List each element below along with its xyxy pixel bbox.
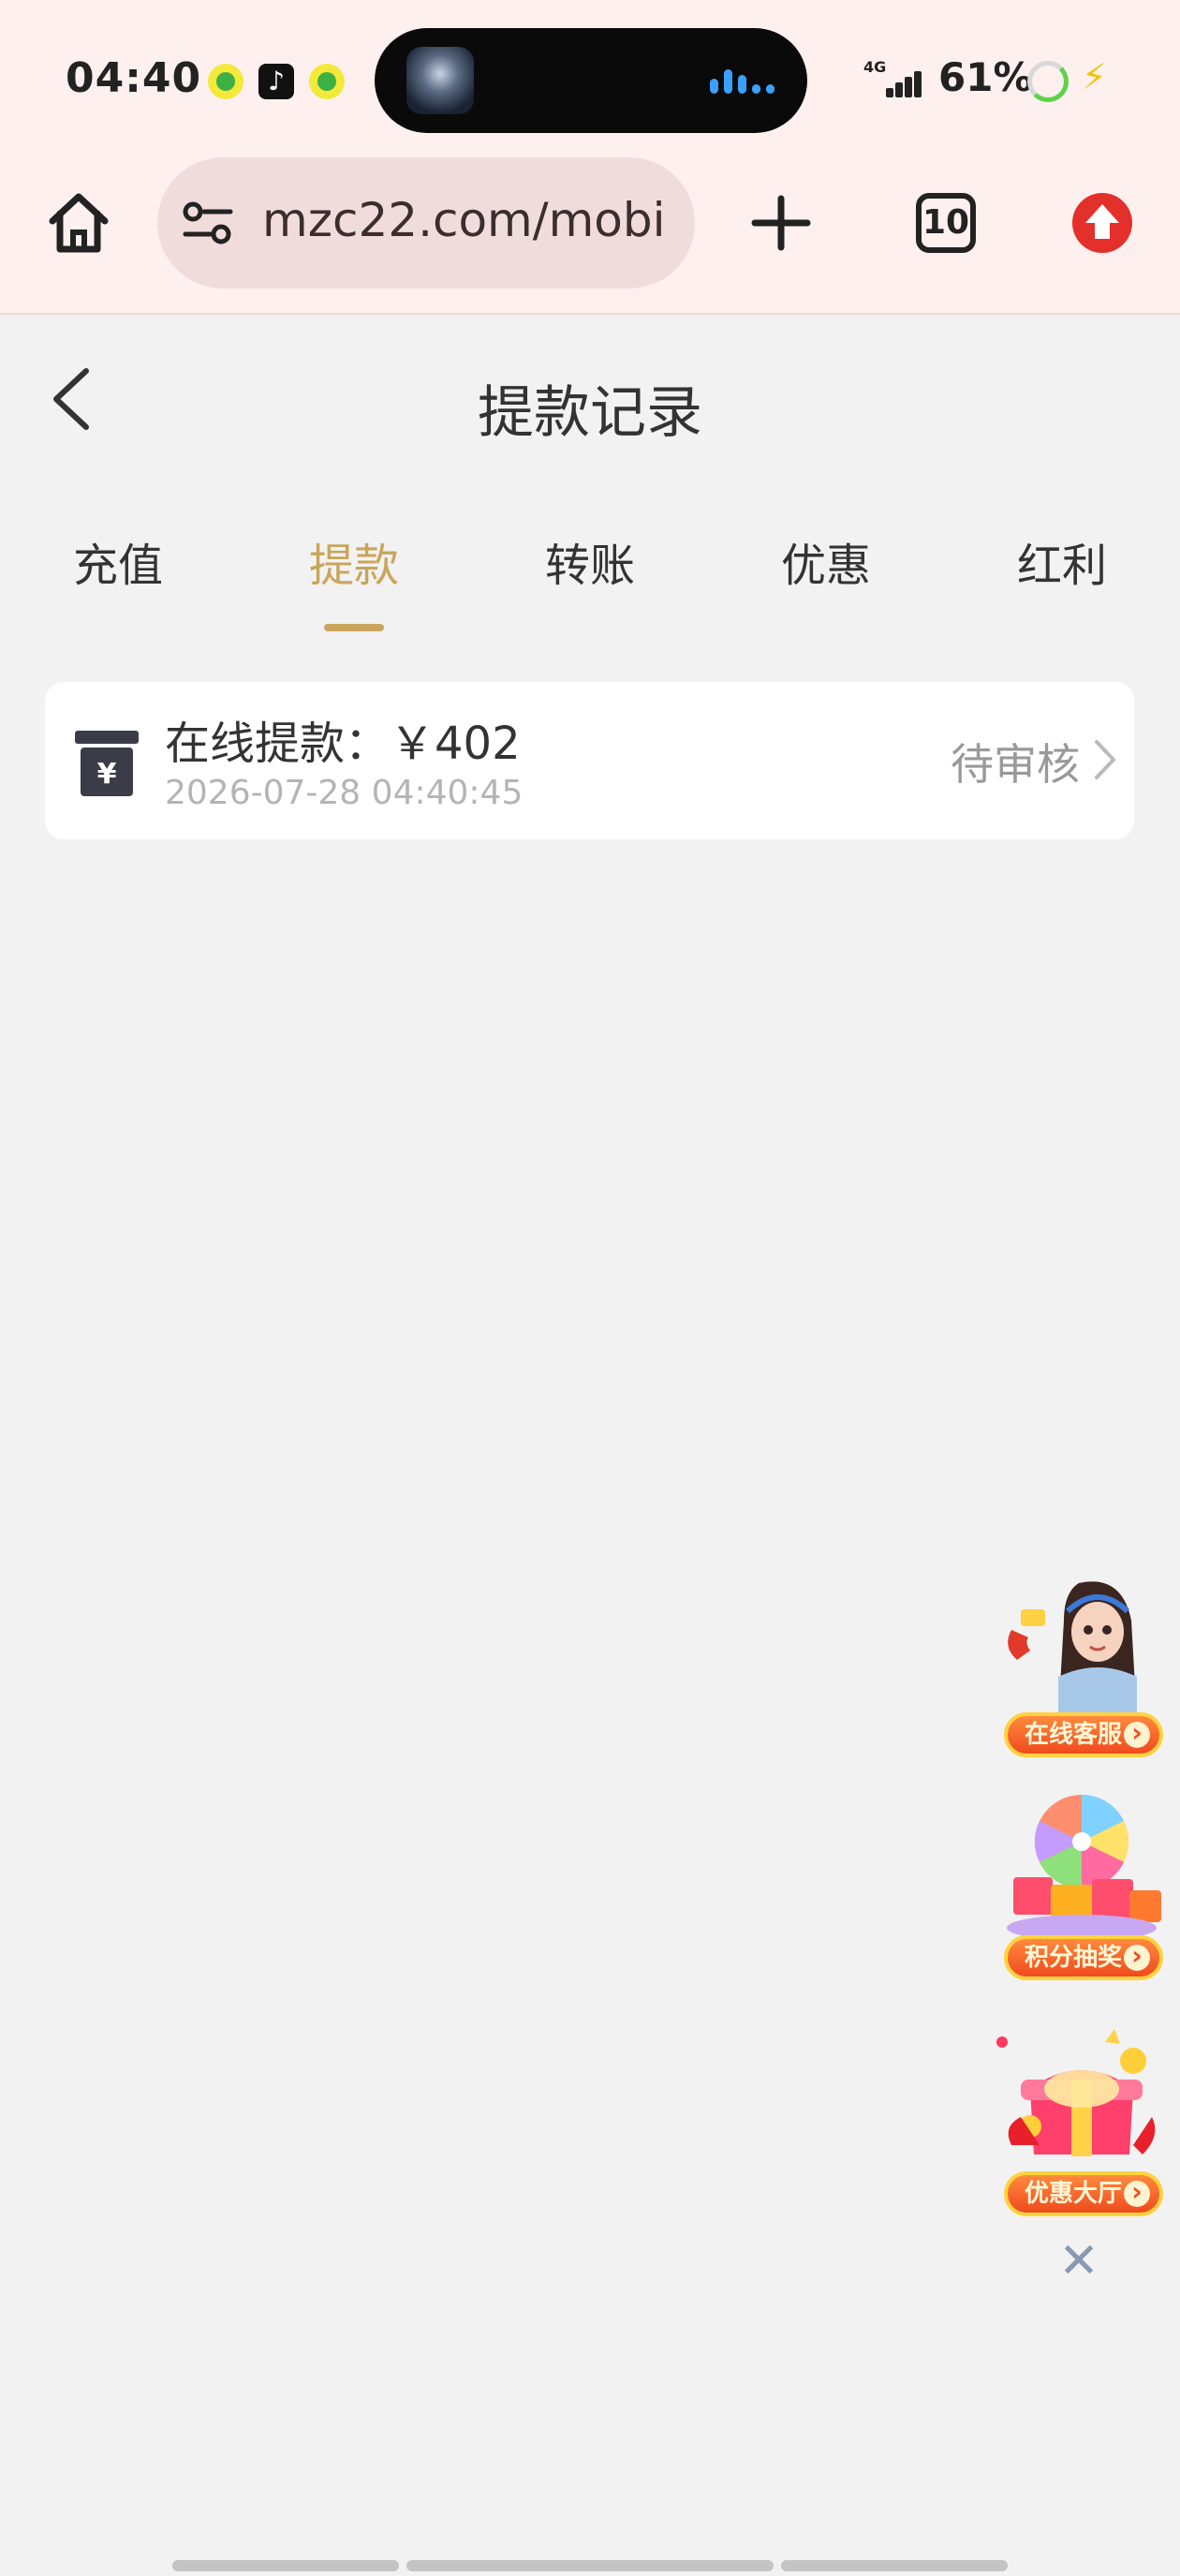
browser-toolbar: mzc22.com/mobi 10: [0, 157, 1180, 315]
home-icon: [49, 193, 109, 253]
gesture-bar-segment: [781, 2560, 1008, 2571]
active-tab-indicator: [324, 624, 384, 631]
prize-wheel-icon: [1007, 1794, 1161, 1941]
customer-service-agent-icon: [1008, 1581, 1137, 1714]
url-text[interactable]: mzc22.com/mobi: [262, 193, 666, 247]
tab-withdrawal[interactable]: 提款: [260, 528, 448, 594]
close-icon[interactable]: ✕: [1056, 2237, 1101, 2286]
status-bar: 04:40 4G 61% ⚡: [0, 0, 1180, 157]
new-tab-button[interactable]: [749, 185, 813, 260]
gesture-bar-segment: [172, 2560, 399, 2571]
chevron-right-icon: [1091, 738, 1119, 781]
gift-box-icon: [996, 2029, 1156, 2156]
tab-deposit[interactable]: 充值: [24, 528, 212, 594]
charging-bolt-icon: ⚡: [1082, 56, 1107, 97]
battery-percentage: 61%: [938, 54, 1033, 100]
battery-ring-icon: [1027, 61, 1069, 102]
plus-icon: [751, 195, 811, 251]
status-badge: 待审核: [951, 739, 1080, 790]
record-type-tabs: 充值 提款 转账 优惠 红利: [0, 506, 1180, 637]
dynamic-island-media[interactable]: [375, 28, 807, 133]
lucky-draw-widget[interactable]: 积分抽奖: [993, 1787, 1171, 1984]
svg-text:¥: ¥: [97, 758, 117, 791]
list-item[interactable]: ¥ 在线提款：￥402 2026-07-28 04:40:45 待审核: [45, 682, 1134, 839]
network-type-label: 4G: [863, 58, 887, 76]
tab-switcher-button[interactable]: 10: [916, 193, 976, 253]
home-button[interactable]: [41, 185, 116, 260]
audio-wave-icon: [710, 67, 775, 94]
tab-promotion[interactable]: 优惠: [732, 528, 920, 594]
customer-service-widget[interactable]: 在线客服: [993, 1574, 1171, 1761]
address-bar[interactable]: mzc22.com/mobi: [157, 157, 695, 289]
record-timestamp: 2026-07-28 04:40:45: [165, 774, 524, 812]
media-artwork-thumbnail: [406, 47, 474, 114]
gesture-bar-segment: [406, 2560, 774, 2571]
page-header: 提款记录: [0, 315, 1180, 483]
music-app-notification-icon: [208, 64, 243, 99]
tiktok-notification-icon: [258, 64, 294, 99]
tab-bonus[interactable]: 红利: [968, 528, 1156, 594]
page-title: 提款记录: [478, 380, 702, 446]
promotions-hall-widget[interactable]: 优惠大厅: [993, 2023, 1171, 2220]
tab-transfer[interactable]: 转账: [496, 528, 684, 594]
lucky-draw-label: 积分抽奖: [1004, 1935, 1163, 1980]
customer-service-label: 在线客服: [1004, 1712, 1163, 1757]
browser-update-icon[interactable]: [1072, 193, 1132, 253]
cellular-signal-icon: 4G: [863, 58, 925, 99]
promotions-hall-label: 优惠大厅: [1004, 2171, 1163, 2216]
status-time: 04:40: [66, 54, 202, 102]
record-title: 在线提款：￥402: [165, 718, 521, 770]
music-app-notification-icon: [309, 64, 345, 99]
atm-yen-icon: ¥: [73, 727, 140, 798]
site-settings-icon[interactable]: [182, 200, 234, 245]
